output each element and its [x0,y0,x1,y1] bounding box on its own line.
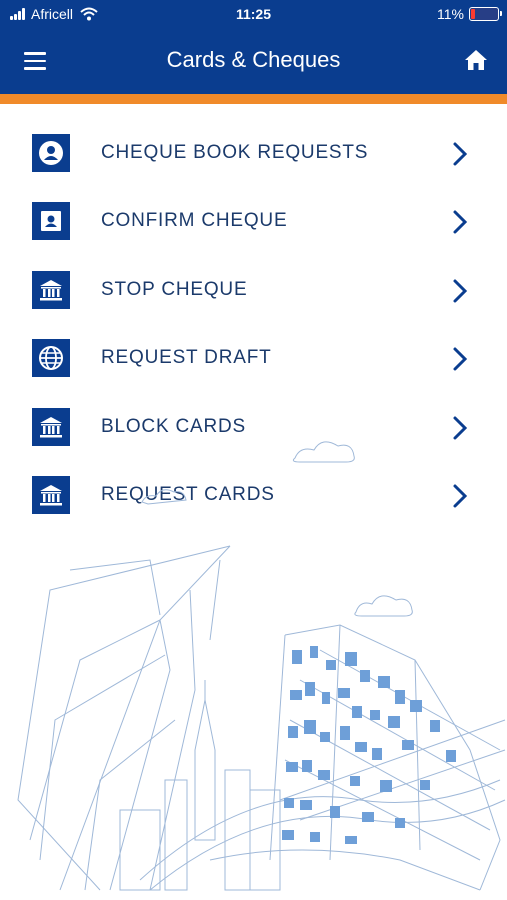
accent-bar [0,94,507,104]
menu-item-label: CHEQUE BOOK REQUESTS [101,142,369,163]
status-bar: Africell 11:25 11% [0,0,507,30]
id-card-icon [32,202,70,241]
app-header: Cards & Cheques [0,30,507,94]
globe-icon [32,339,70,378]
bank-icon [32,270,70,309]
status-time: 11:25 [235,6,272,22]
user-circle-icon [32,134,70,172]
menu-item-label: REQUEST DRAFT [101,347,272,369]
menu-item-confirm-cheque[interactable]: CONFIRM CHEQUE [0,187,507,255]
city-skyline-illustration [17,441,506,891]
status-right: 11% [437,6,502,22]
chevron-right-icon [453,279,468,303]
menu-item-cheque-book-requests[interactable]: CHEQUE BOOK REQUESTS [0,119,507,187]
menu-item-label: STOP CHEQUE [101,278,248,300]
home-icon[interactable] [463,48,489,72]
chevron-right-icon [453,347,468,371]
menu-item-request-draft[interactable]: REQUEST DRAFT [0,324,507,392]
page-title: Cards & Cheques [166,47,341,72]
battery-percent: 11% [437,6,464,22]
chevron-right-icon [453,210,468,234]
chevron-right-icon [453,142,468,166]
menu-item-stop-cheque[interactable]: STOP CHEQUE [0,256,507,324]
battery-icon [469,7,502,21]
menu-item-label: CONFIRM CHEQUE [101,210,288,232]
